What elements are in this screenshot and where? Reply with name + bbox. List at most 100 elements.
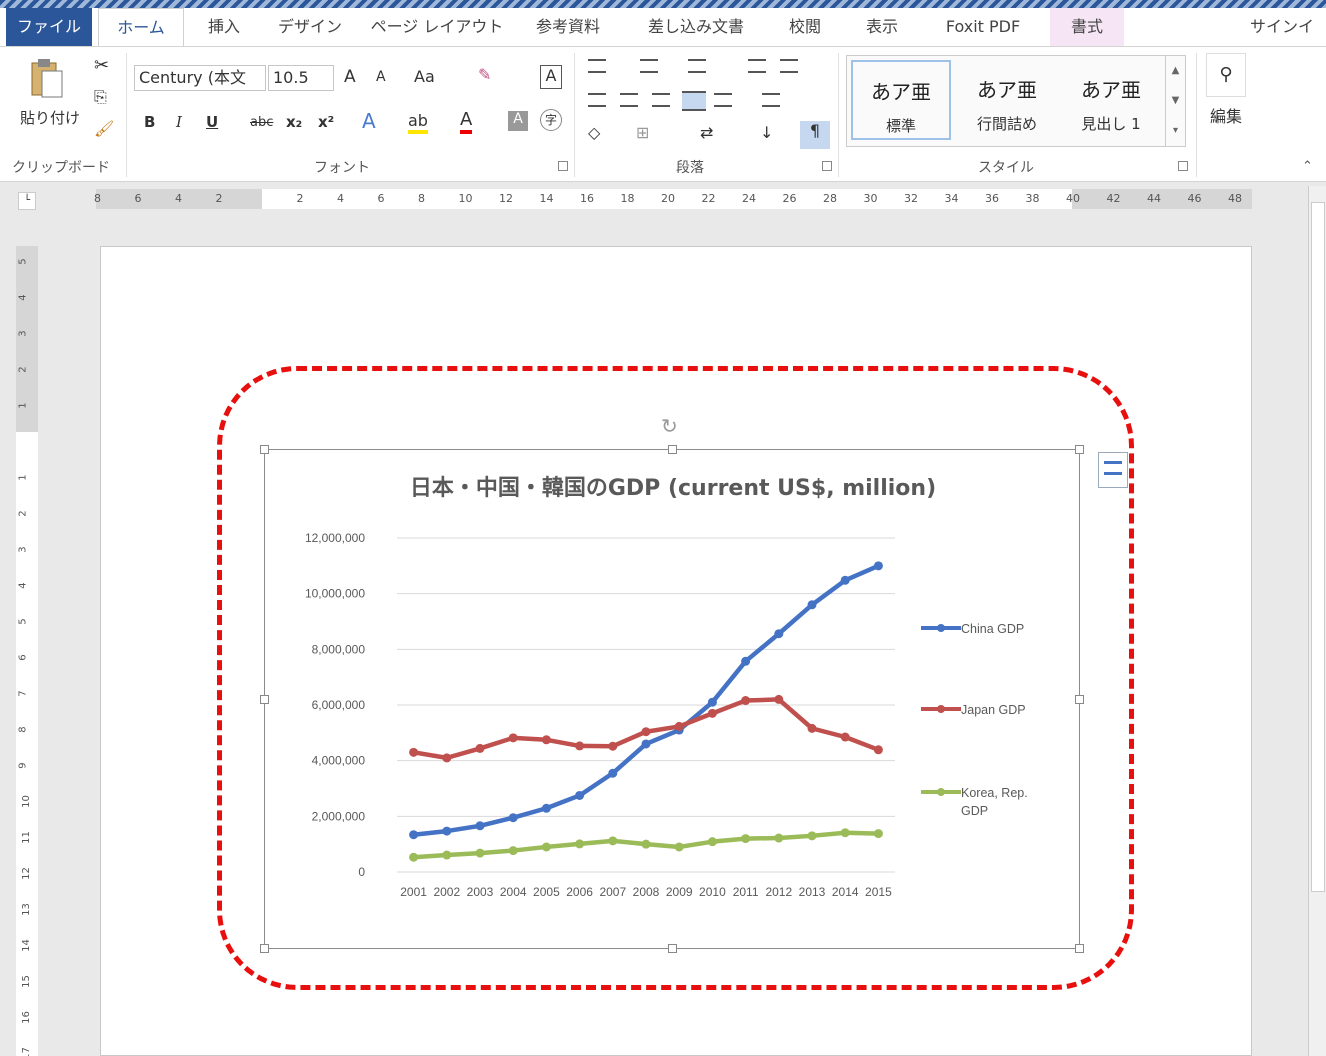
ruler-tick-label: 4: [17, 294, 29, 301]
sort-icon[interactable]: ↓: [760, 123, 773, 142]
ruler-tick-label: 36: [985, 192, 999, 205]
decrease-indent-icon[interactable]: [748, 59, 766, 73]
ruler-tick-label: 2: [17, 510, 29, 517]
clear-formatting-icon[interactable]: ✎: [478, 65, 491, 84]
group-divider: [574, 53, 575, 177]
font-size-combo[interactable]: 10.5: [268, 65, 334, 91]
ruler-tick-label: 12: [499, 192, 513, 205]
font-name-combo[interactable]: Century (本文: [134, 65, 266, 91]
ruler-tick-label: 6: [377, 192, 385, 205]
bold-icon[interactable]: B: [144, 113, 155, 131]
show-formatting-icon[interactable]: ¶: [800, 121, 830, 149]
format-painter-icon[interactable]: 🖌: [94, 119, 114, 138]
ruler-tick-label: 32: [904, 192, 918, 205]
copy-icon[interactable]: ⎘: [94, 87, 107, 107]
ruler-tick-label: 30: [863, 192, 878, 205]
justify-icon[interactable]: [682, 91, 706, 111]
tab-file[interactable]: ファイル: [6, 8, 92, 46]
vertical-ruler[interactable]: 5 4 3 2 1 1 2 3 4 5 6 7 8 9 10 11 12 13 14 15 16 17: [16, 246, 38, 1056]
window-title-stripe: [0, 0, 1326, 8]
tab-format[interactable]: 書式: [1050, 8, 1124, 46]
character-border-icon[interactable]: A: [540, 65, 562, 89]
align-left-icon[interactable]: [588, 93, 606, 107]
text-effects-icon[interactable]: A: [362, 109, 376, 133]
ruler-tick-label: 38: [1025, 192, 1040, 205]
line-spacing-icon[interactable]: [762, 93, 780, 107]
ribbon-tabs: ファイル ホーム 挿入 デザイン ページ レイアウト 参考資料 差し込み文書 校…: [0, 8, 1326, 74]
distributed-icon[interactable]: [714, 93, 732, 107]
superscript-icon[interactable]: x²: [318, 113, 334, 131]
bullets-icon[interactable]: [588, 59, 606, 73]
find-icon[interactable]: ⚲: [1206, 53, 1246, 97]
tab-review[interactable]: 校閲: [778, 8, 832, 46]
ruler-tick-label: 14: [20, 939, 32, 952]
tab-page-layout[interactable]: ページ レイアウト: [370, 8, 504, 46]
character-shading-icon[interactable]: A: [508, 111, 528, 131]
change-case-button[interactable]: Aa: [414, 67, 435, 86]
enclosed-character-icon[interactable]: 字: [540, 109, 562, 131]
strikethrough-icon[interactable]: abc: [250, 115, 273, 130]
style-tile-normal[interactable]: あア亜 標準: [851, 60, 951, 140]
tab-insert[interactable]: 挿入: [196, 8, 252, 46]
increase-indent-icon[interactable]: [780, 59, 798, 73]
sign-in-link[interactable]: サインイン: [1250, 8, 1326, 74]
tab-selector-icon[interactable]: └: [18, 192, 36, 210]
text-direction-icon[interactable]: ⇄: [700, 123, 713, 142]
cut-icon[interactable]: ✂: [94, 55, 109, 76]
ruler-tick-label: 48: [1228, 192, 1242, 205]
font-dialog-launcher[interactable]: [558, 161, 568, 171]
ruler-tick-label: 5: [17, 258, 29, 265]
underline-icon[interactable]: U: [206, 113, 218, 131]
ruler-tick-label: 1: [17, 474, 29, 481]
subscript-icon[interactable]: x₂: [286, 113, 302, 131]
styles-scroll-icon[interactable]: ▲ ▼ ▾: [1165, 56, 1185, 146]
ruler-tick-label: 4: [337, 192, 344, 205]
tab-view[interactable]: 表示: [852, 8, 912, 46]
shrink-font-icon[interactable]: A: [376, 69, 386, 85]
editing-button[interactable]: 編集: [1210, 103, 1242, 127]
styles-group-label: スタイル: [978, 160, 1034, 176]
tab-foxit-pdf[interactable]: Foxit PDF: [932, 8, 1034, 46]
ruler-tick-label: 28: [823, 192, 837, 205]
highlight-color-icon[interactable]: ab: [408, 111, 428, 134]
ruler-tick-label: 44: [1147, 192, 1161, 205]
ruler-tick-label: 4: [17, 582, 29, 589]
styles-dialog-launcher[interactable]: [1178, 161, 1188, 171]
scrollbar-thumb[interactable]: [1311, 202, 1325, 892]
numbering-icon[interactable]: [640, 59, 658, 73]
style-tile-heading-1[interactable]: あア亜 見出し 1: [1061, 60, 1161, 140]
ruler-tick-label: 20: [661, 192, 675, 205]
font-color-icon[interactable]: A: [460, 109, 473, 134]
ruler-tick-label: 40: [1066, 192, 1080, 205]
group-divider: [126, 53, 127, 177]
highlight-annotation: [217, 366, 1134, 990]
ruler-tick-label: 2: [296, 192, 304, 205]
tab-design[interactable]: デザイン: [270, 8, 350, 46]
borders-icon[interactable]: ⊞: [636, 123, 649, 142]
paragraph-dialog-launcher[interactable]: [822, 161, 832, 171]
horizontal-ruler[interactable]: 8 6 4 2 2 4 6 8 10 12 14 16 18 20 22 24 26 28 30 32 34 36 38 40…: [94, 189, 1252, 209]
styles-gallery: あア亜 標準 あア亜 行間詰め あア亜 見出し 1 ▲ ▼ ▾: [846, 55, 1186, 147]
vertical-scrollbar[interactable]: [1308, 186, 1326, 1056]
align-center-icon[interactable]: [620, 93, 638, 107]
tab-references[interactable]: 参考資料: [522, 8, 614, 46]
ribbon-home: 貼り付け ✂ ⎘ 🖌 クリップボード Century (本文 10.5 A A …: [0, 46, 1326, 182]
group-divider: [1196, 53, 1197, 177]
ruler-tick-label: 16: [580, 192, 594, 205]
align-right-icon[interactable]: [652, 93, 670, 107]
multilevel-list-icon[interactable]: [688, 59, 706, 73]
grow-font-icon[interactable]: A: [344, 67, 356, 87]
ruler-tick-label: 42: [1106, 192, 1121, 205]
style-tile-no-spacing[interactable]: あア亜 行間詰め: [957, 60, 1057, 140]
ruler-tick-label: 46: [1187, 192, 1202, 205]
style-preview: あア亜: [977, 78, 1037, 102]
ruler-tick-label: 11: [20, 831, 32, 844]
paste-icon[interactable]: [26, 57, 66, 103]
collapse-ribbon-icon[interactable]: ⌃: [1302, 159, 1313, 174]
tab-home[interactable]: ホーム: [98, 8, 184, 47]
italic-icon[interactable]: I: [176, 113, 182, 131]
paste-button-label[interactable]: 貼り付け: [20, 107, 80, 128]
style-name: 標準: [885, 117, 916, 135]
tab-mailings[interactable]: 差し込み文書: [636, 8, 756, 46]
shading-icon[interactable]: ◇: [588, 123, 600, 142]
